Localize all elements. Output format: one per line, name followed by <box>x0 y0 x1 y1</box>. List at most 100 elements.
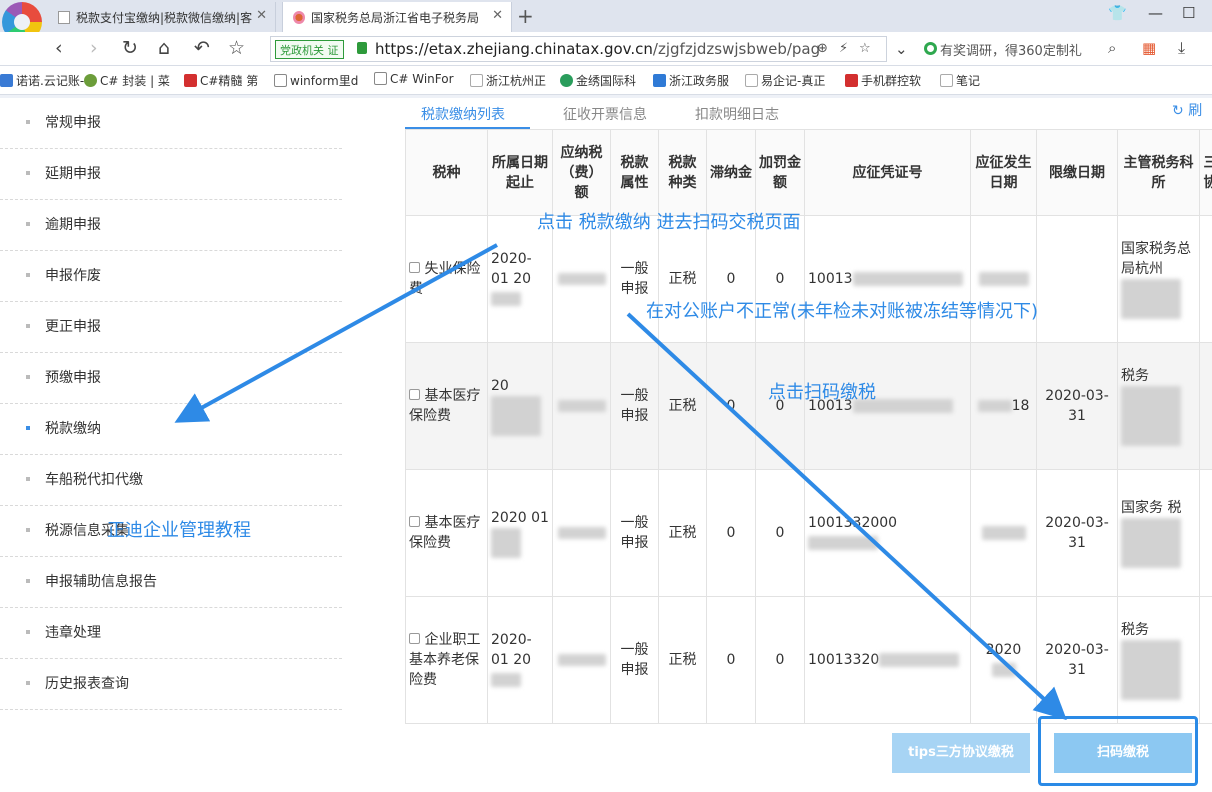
tab-payment-list[interactable]: 税款缴纳列表 <box>421 104 505 124</box>
undo-icon[interactable]: ↶ <box>194 37 210 59</box>
bookmark-item[interactable]: C# WinFor <box>374 72 454 86</box>
star-icon[interactable]: ☆ <box>228 37 245 59</box>
tax-cell: 失业保险费 <box>405 215 488 343</box>
sidebar-item-vehicle-tax[interactable]: 车船税代扣代缴 <box>0 455 342 506</box>
occur-date-cell <box>970 469 1037 597</box>
sidebar-item-history-query[interactable]: 历史报表查询 <box>0 659 342 710</box>
bullet-icon <box>26 681 30 685</box>
kind-cell: 正税 <box>658 215 707 343</box>
period-cell: 2020-01 20 <box>487 215 553 343</box>
search-placeholder: 有奖调研，得360定制礼 <box>940 44 1082 59</box>
office-cell: 国家务 税 <box>1117 469 1200 597</box>
col-header[interactable]: 加罚金额 <box>755 129 805 216</box>
skin-icon[interactable]: 👕 <box>1108 4 1127 22</box>
bookmark-item[interactable]: winform里d <box>274 72 358 89</box>
fine-cell: 0 <box>755 469 805 597</box>
sidebar-item-prepay-declaration[interactable]: 预缴申报 <box>0 353 342 404</box>
late-fee-cell: 0 <box>706 596 756 724</box>
annotation-account-abnormal: 在对公账户不正常(未年检未对账被冻结等情况下) <box>646 301 1039 322</box>
tips-agreement-pay-button[interactable]: tips三方协议缴税 <box>892 733 1030 773</box>
address-bar[interactable]: 党政机关 证 https://etax.zhejiang.chinatax.go… <box>270 36 887 62</box>
col-header[interactable]: 三方协议 <box>1199 129 1212 216</box>
close-icon[interactable]: ✕ <box>256 8 267 23</box>
sidebar-item-void-declaration[interactable]: 申报作废 <box>0 251 342 302</box>
apps-icon[interactable]: ▦ <box>1142 39 1156 57</box>
col-header[interactable]: 应征凭证号 <box>804 129 971 216</box>
favorite-icon[interactable]: ☆ <box>859 41 871 56</box>
bookmark-item[interactable]: C#精髓 第 <box>184 72 258 89</box>
maximize-icon[interactable]: ☐ <box>1182 4 1195 22</box>
row-checkbox[interactable] <box>409 633 420 644</box>
sidebar-item-correct-declaration[interactable]: 更正申报 <box>0 302 342 353</box>
fine-cell: 0 <box>755 596 805 724</box>
bookmarks-bar: 诺诺.云记账- C# 封装 | 菜 C#精髓 第 winform里d C# Wi… <box>0 66 1212 95</box>
tab-deduction-log[interactable]: 扣款明细日志 <box>695 104 779 124</box>
bookmark-item[interactable]: 浙江杭州正 <box>470 72 546 89</box>
home-icon[interactable]: ⌂ <box>158 37 170 59</box>
page-icon <box>58 11 70 24</box>
refresh-button[interactable]: ↻ 刷 <box>1172 100 1202 120</box>
col-header[interactable]: 税款种类 <box>658 129 707 216</box>
url-text[interactable]: https://etax.zhejiang.chinatax.gov.cn/zj… <box>375 40 820 58</box>
late-fee-cell: 0 <box>706 469 756 597</box>
zoom-icon[interactable]: ⊕ <box>817 41 828 56</box>
col-header[interactable]: 主管税务科所 <box>1117 129 1200 216</box>
table-header-row: 税种 所属日期起止 应纳税（费）额 税款属性 税款种类 滞纳金 加罚金额 应征凭… <box>405 129 1212 216</box>
search-box[interactable]: 有奖调研，得360定制礼 <box>920 36 1130 62</box>
col-header[interactable]: 滞纳金 <box>706 129 756 216</box>
bullet-icon <box>26 222 30 226</box>
due-date-cell <box>1036 215 1118 343</box>
bookmark-item[interactable]: 手机群控软 <box>845 72 921 89</box>
bookmark-item[interactable]: 易企记-真正 <box>745 72 825 89</box>
forward-icon[interactable]: › <box>90 37 98 59</box>
bookmark-item[interactable]: 浙江政务服 <box>653 72 729 89</box>
attr-cell: 一般申报 <box>610 342 659 470</box>
download-icon[interactable]: ⤓ <box>1178 38 1185 58</box>
browser-tab-active[interactable]: 国家税务总局浙江省电子税务局 ✕ <box>282 2 512 32</box>
col-header[interactable]: 应纳税（费）额 <box>552 129 611 216</box>
occur-date-cell: 18 <box>970 342 1037 470</box>
gov-badge: 党政机关 证 <box>275 40 344 59</box>
close-icon[interactable]: ✕ <box>492 8 503 23</box>
bookmark-item[interactable]: 诺诺.云记账- <box>0 72 84 89</box>
col-header[interactable]: 所属日期起止 <box>487 129 553 216</box>
occur-date-cell: 2020 <box>970 596 1037 724</box>
sidebar-item-tax-payment[interactable]: 税款缴纳 <box>0 404 342 455</box>
bullet-icon <box>26 528 30 532</box>
chevron-down-icon[interactable]: ⌄ <box>895 40 908 58</box>
voucher-cell: 10013320 <box>804 596 971 724</box>
bullet-icon <box>26 579 30 583</box>
back-icon[interactable]: ‹ <box>55 37 63 59</box>
bookmark-item[interactable]: 笔记 <box>940 72 980 89</box>
voucher-cell: 1001332000 <box>804 469 971 597</box>
search-icon[interactable]: ⌕ <box>1108 39 1116 57</box>
browser-tab-title: 税款支付宝缴纳|税款微信缴纳|客 <box>76 11 253 25</box>
tab-invoice-info[interactable]: 征收开票信息 <box>563 104 647 124</box>
bullet-icon <box>26 630 30 634</box>
col-header[interactable]: 应征发生日期 <box>970 129 1037 216</box>
reload-icon[interactable]: ↻ <box>122 37 138 59</box>
period-cell: 20 <box>487 342 553 470</box>
row-checkbox[interactable] <box>409 262 420 273</box>
browser-tab-title: 国家税务总局浙江省电子税务局 <box>311 11 480 25</box>
col-header[interactable]: 限缴日期 <box>1036 129 1118 216</box>
sidebar-item-overdue-declaration[interactable]: 逾期申报 <box>0 200 342 251</box>
bookmark-item[interactable]: 金绣国际科 <box>560 72 636 89</box>
sidebar-item-deferred-declaration[interactable]: 延期申报 <box>0 149 342 200</box>
bookmark-item[interactable]: C# 封装 | 菜 <box>84 72 170 89</box>
row-checkbox[interactable] <box>409 516 420 527</box>
search-engine-icon <box>924 42 937 55</box>
col-header[interactable]: 税款属性 <box>610 129 659 216</box>
late-fee-cell: 0 <box>706 215 756 343</box>
browser-tab[interactable]: 税款支付宝缴纳|税款微信缴纳|客 ✕ <box>48 2 276 32</box>
col-header[interactable]: 税种 <box>405 129 488 216</box>
sidebar-item-violation[interactable]: 违章处理 <box>0 608 342 659</box>
minimize-icon[interactable]: — <box>1148 4 1163 22</box>
new-tab-icon[interactable]: + <box>517 4 534 28</box>
row-checkbox[interactable] <box>409 389 420 400</box>
bullet-icon <box>26 426 30 430</box>
sidebar-item-regular-declaration[interactable]: 常规申报 <box>0 98 342 149</box>
lightning-icon[interactable]: ⚡ <box>839 41 848 56</box>
period-cell: 2020- 01 20 <box>487 596 553 724</box>
sidebar-item-auxiliary-report[interactable]: 申报辅助信息报告 <box>0 557 342 608</box>
